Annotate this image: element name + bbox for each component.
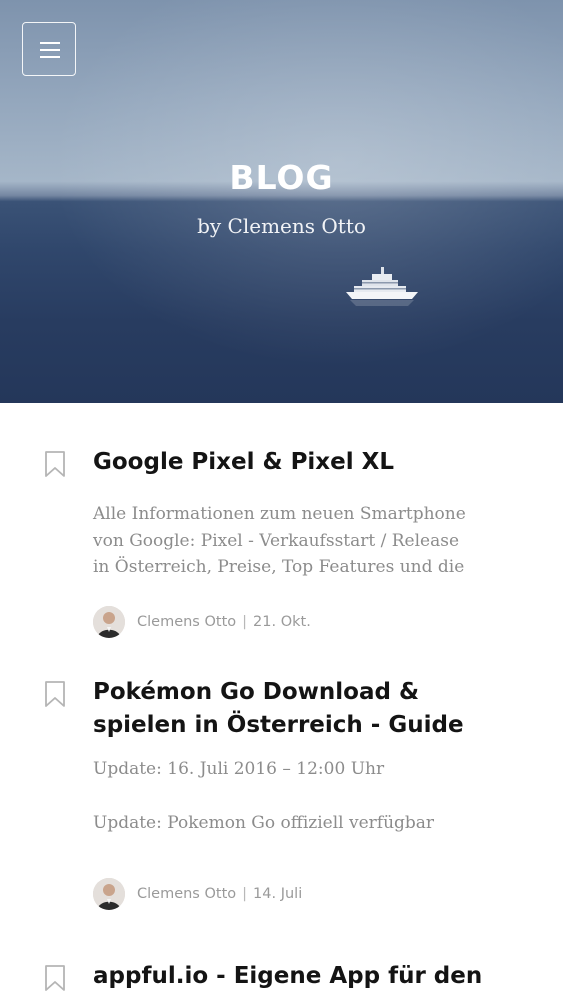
- post-meta: Clemens Otto | 14. Juli: [93, 877, 503, 911]
- post-title[interactable]: appful.io - Eigene App für den: [93, 960, 503, 993]
- post-title-line[interactable]: Pokémon Go Download &: [93, 676, 503, 709]
- post-item[interactable]: Pokémon Go Download & spielen in Österre…: [0, 676, 563, 911]
- author-avatar: [93, 605, 125, 638]
- post-meta: Clemens Otto | 21. Okt.: [93, 605, 503, 639]
- post-date: 14. Juli: [253, 886, 303, 902]
- post-paragraph: Update: Pokemon Go offiziell verfügbar: [93, 812, 435, 833]
- bookmark-icon[interactable]: [44, 681, 66, 707]
- hamburger-line: [40, 56, 60, 58]
- hamburger-line: [40, 49, 60, 51]
- post-author[interactable]: Clemens Otto: [137, 614, 236, 630]
- bookmark-icon[interactable]: [44, 965, 66, 991]
- author-avatar: [93, 878, 125, 910]
- post-author[interactable]: Clemens Otto: [137, 886, 236, 902]
- post-excerpt-line: in Österreich, Preise, Top Features und …: [93, 557, 465, 577]
- post-date: 21. Okt.: [253, 613, 311, 630]
- post-excerpt-line: Alle Informationen zum neuen Smartphone: [93, 504, 466, 524]
- blog-title: BLOG: [229, 158, 334, 197]
- post-excerpt-line: von Google: Pixel - Verkaufsstart / Rele…: [93, 530, 460, 551]
- meta-separator: |: [242, 613, 248, 630]
- bookmark-icon[interactable]: [44, 451, 66, 477]
- hamburger-menu-icon: [40, 42, 60, 44]
- post-title[interactable]: Google Pixel & Pixel XL: [93, 446, 503, 479]
- post-paragraph: Update: 16. Juli 2016 – 12:00 Uhr: [93, 759, 385, 779]
- hero-header: BLOG by Clemens Otto: [0, 0, 563, 403]
- post-title-line[interactable]: spielen in Österreich - Guide: [93, 709, 503, 742]
- meta-separator: |: [242, 886, 248, 902]
- yacht-image: [346, 267, 418, 306]
- hero-background-image: [0, 0, 563, 403]
- post-item[interactable]: Google Pixel & Pixel XL Alle Information…: [0, 446, 563, 639]
- post-item[interactable]: appful.io - Eigene App für den: [0, 960, 563, 993]
- menu-button[interactable]: [22, 22, 76, 76]
- blog-subtitle: by Clemens Otto: [197, 214, 366, 238]
